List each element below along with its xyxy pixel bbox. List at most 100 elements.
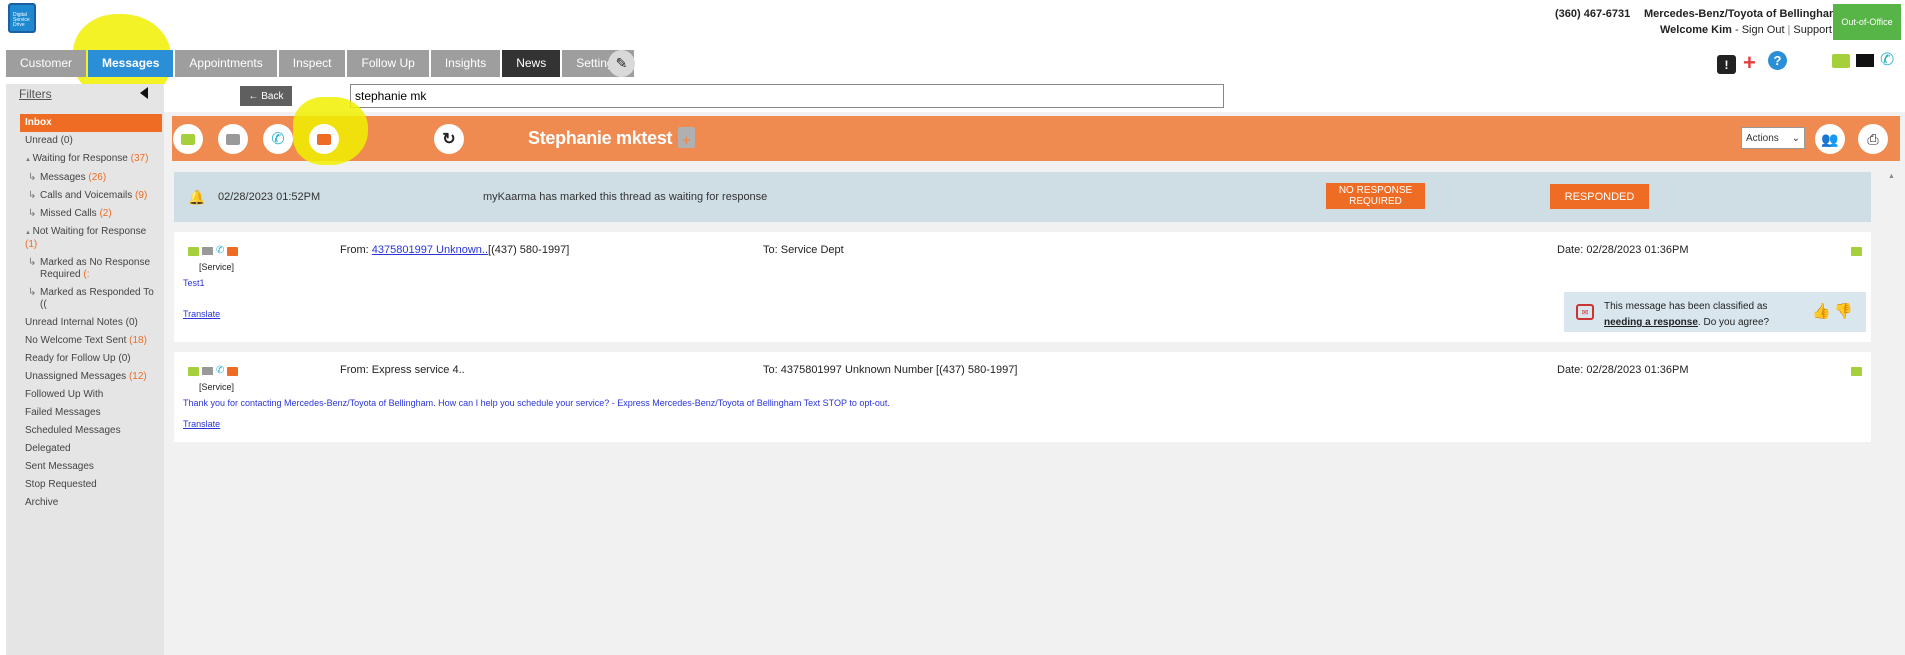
from-link[interactable]: 4375801997 Unknown..: [372, 244, 488, 256]
responded-button[interactable]: RESPONDED: [1550, 184, 1649, 209]
actions-label: Actions: [1746, 132, 1779, 144]
notification-icon[interactable]: !: [1717, 55, 1736, 74]
message-icon: [227, 366, 239, 376]
filter-count: (26): [88, 172, 107, 183]
thumbs-up-icon[interactable]: 👍: [1812, 302, 1831, 320]
filter-delegated[interactable]: Delegated: [20, 440, 162, 458]
filter-archive[interactable]: Archive: [20, 494, 162, 512]
filter-messages[interactable]: Messages (26): [20, 169, 162, 187]
sms-icon[interactable]: [1832, 54, 1850, 68]
filter-count: ((: [40, 299, 47, 310]
filters-sidebar: Filters Inbox Unread (0) Waiting for Res…: [6, 84, 164, 655]
filter-label: Sent Messages: [25, 461, 94, 472]
filter-ready-for-follow-up[interactable]: Ready for Follow Up (0): [20, 350, 162, 368]
classified-link[interactable]: needing a response: [1604, 317, 1698, 328]
no-response-required-button[interactable]: NO RESPONSE REQUIRED: [1326, 183, 1425, 209]
print-icon: ⎙: [1867, 130, 1879, 147]
to-field: To: Service Dept: [763, 244, 844, 256]
filter-count: (:: [83, 269, 90, 280]
thumbs-down-icon[interactable]: 👎: [1834, 302, 1853, 320]
refresh-button[interactable]: ↻: [434, 124, 464, 154]
message-channel-button[interactable]: [309, 124, 339, 154]
tab-insights[interactable]: Insights: [430, 50, 501, 77]
add-document-icon[interactable]: +: [678, 127, 695, 148]
search-input[interactable]: [350, 84, 1224, 108]
from-prefix: From:: [340, 244, 369, 256]
notice-date: 02/28/2023 01:52PM: [218, 191, 321, 203]
translate-link[interactable]: Translate: [183, 309, 220, 319]
filter-missed-calls[interactable]: Missed Calls (2): [20, 205, 162, 223]
collapse-sidebar-icon[interactable]: [140, 87, 148, 99]
users-button[interactable]: 👥: [1815, 124, 1845, 154]
filter-stop-requested[interactable]: Stop Requested: [20, 476, 162, 494]
call-channel-button[interactable]: ✆: [263, 124, 293, 154]
sms-channel-button[interactable]: [173, 124, 203, 154]
filter-label: Missed Calls: [40, 208, 97, 219]
filter-sent-messages[interactable]: Sent Messages: [20, 458, 162, 476]
print-button[interactable]: ⎙: [1858, 124, 1888, 154]
filter-label: Not Waiting for Response: [32, 226, 147, 237]
filter-failed-messages[interactable]: Failed Messages: [20, 404, 162, 422]
scroll-up-arrow[interactable]: ▲: [1888, 173, 1895, 180]
tab-appointments[interactable]: Appointments: [175, 50, 277, 77]
translate-link[interactable]: Translate: [183, 419, 220, 429]
filter-label: Marked as Responded To: [40, 287, 154, 298]
filter-scheduled-messages[interactable]: Scheduled Messages: [20, 422, 162, 440]
phone-icon[interactable]: ✆: [1880, 50, 1894, 70]
tab-messages[interactable]: Messages: [88, 50, 174, 77]
sms-icon: [1851, 367, 1862, 376]
filter-count: (12): [128, 371, 147, 382]
tab-inspect[interactable]: Inspect: [278, 50, 346, 77]
back-button[interactable]: ← Back: [240, 86, 292, 106]
filter-followed-up-with[interactable]: Followed Up With: [20, 386, 162, 404]
filter-no-welcome-text-sent[interactable]: No Welcome Text Sent (18): [20, 332, 162, 350]
filter-unread-internal-notes[interactable]: Unread Internal Notes (0): [20, 314, 162, 332]
filter-inbox[interactable]: Inbox: [20, 114, 162, 132]
filter-not-waiting-for-response[interactable]: Not Waiting for Response (1): [20, 223, 162, 254]
chevron-down-icon: ⌄: [1791, 132, 1800, 144]
support-link[interactable]: Support: [1793, 24, 1832, 36]
sms-icon: [188, 246, 199, 256]
thread-title: Stephanie mktest: [528, 128, 673, 148]
filter-count: (2): [99, 208, 112, 219]
filter-label: Unread: [25, 135, 58, 146]
mail-icon: [226, 133, 240, 145]
filters-title[interactable]: Filters: [19, 87, 52, 101]
welcome-area: Welcome Kim - Sign Out | Support: [1660, 24, 1832, 36]
filter-count: (1): [25, 239, 38, 250]
tab-follow-up[interactable]: Follow Up: [347, 50, 429, 77]
sign-out-link[interactable]: Sign Out: [1742, 24, 1785, 36]
message-body: Test1: [183, 278, 205, 288]
email-channel-button[interactable]: [218, 124, 248, 154]
add-icon[interactable]: +: [1743, 50, 1756, 76]
help-icon[interactable]: ?: [1768, 51, 1787, 70]
refresh-icon: ↻: [442, 131, 456, 148]
edit-pencil-icon[interactable]: ✎: [608, 50, 635, 77]
phone-icon: ✆: [271, 131, 285, 148]
filter-label: Messages: [40, 172, 86, 183]
filter-marked-responded-to[interactable]: Marked as Responded To ((: [20, 284, 162, 314]
mail-icon: [202, 247, 213, 255]
filter-calls-and-voicemails[interactable]: Calls and Voicemails (9): [20, 187, 162, 205]
department-tag: [Service]: [199, 382, 235, 392]
mail-icon[interactable]: [1856, 54, 1874, 67]
out-of-office-button[interactable]: Out-of-Office: [1833, 4, 1901, 40]
filter-label: Unread Internal Notes: [25, 317, 123, 328]
classified-suffix: . Do you agree?: [1697, 317, 1770, 328]
classification-text: This message has been classified as need…: [1604, 299, 1769, 331]
filter-waiting-for-response[interactable]: Waiting for Response (37): [20, 150, 162, 169]
filter-marked-no-response-required[interactable]: Marked as No Response Required (:: [20, 254, 162, 284]
main-tabs: Customer Messages Appointments Inspect F…: [6, 50, 634, 77]
users-icon: 👥: [1821, 130, 1839, 147]
filter-label: Scheduled Messages: [25, 425, 121, 436]
filter-unassigned-messages[interactable]: Unassigned Messages (12): [20, 368, 162, 386]
filter-unread[interactable]: Unread (0): [20, 132, 162, 150]
filter-label: Waiting for Response: [32, 153, 128, 164]
tab-customer[interactable]: Customer: [6, 50, 87, 77]
notice-text: myKaarma has marked this thread as waiti…: [483, 191, 768, 203]
filter-label: Calls and Voicemails: [40, 190, 133, 201]
classify-icon: ✉: [1576, 304, 1594, 320]
actions-dropdown[interactable]: Actions ⌄: [1741, 127, 1805, 149]
app-logo[interactable]: Digital Service Drive: [8, 3, 36, 33]
tab-news[interactable]: News: [502, 50, 561, 77]
